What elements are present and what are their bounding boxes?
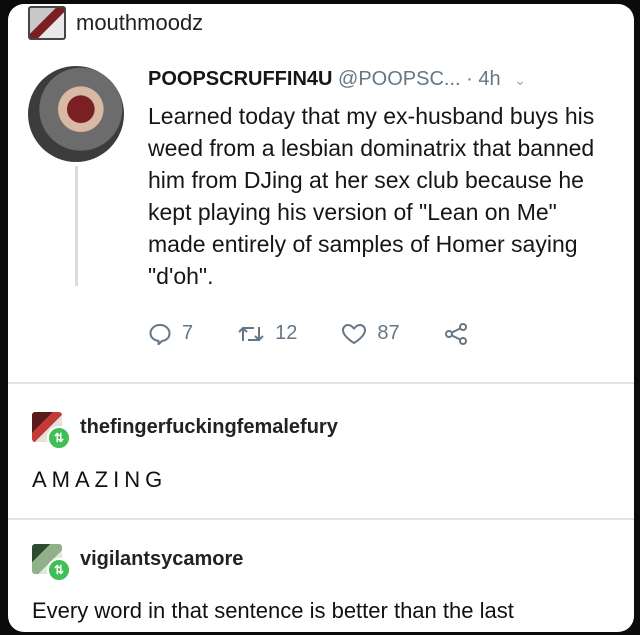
tweet-actions: 7 12 87: [148, 322, 522, 345]
heart-icon: [342, 323, 367, 344]
avatar[interactable]: [28, 66, 124, 162]
tweet-time[interactable]: 4h: [478, 68, 500, 90]
avatar[interactable]: [28, 6, 66, 40]
share-button[interactable]: [444, 322, 478, 345]
tumblr-post: mouthmoodz POOPSCRUFFIN4U @POOPSC... · 4…: [8, 4, 634, 632]
divider: [8, 518, 634, 520]
reblogger-username[interactable]: vigilantsycamore: [80, 548, 243, 571]
post-header: mouthmoodz: [28, 6, 203, 40]
tweet-header: POOPSCRUFFIN4U @POOPSC... · 4h ⌄: [148, 68, 526, 91]
reply-text: Every word in that sentence is better th…: [32, 598, 514, 623]
reblogger-username[interactable]: thefingerfuckingfemalefury: [80, 416, 338, 439]
tweet-display-name[interactable]: POOPSCRUFFIN4U: [148, 68, 332, 90]
tweet-handle[interactable]: @POOPSC...: [338, 68, 461, 90]
retweet-icon: [238, 326, 264, 341]
like-count: 87: [377, 322, 400, 344]
tweet-separator: ·: [466, 68, 473, 90]
reblog-header: ⇅ thefingerfuckingfemalefury: [32, 412, 338, 450]
chevron-down-icon[interactable]: ⌄: [514, 72, 526, 88]
reblog-icon: ⇅: [47, 558, 71, 582]
reblog-icon: ⇅: [47, 426, 71, 450]
like-button[interactable]: 87: [341, 322, 400, 345]
reply-icon: [149, 323, 171, 345]
avatar[interactable]: ⇅: [32, 412, 71, 450]
reply-count: 7: [182, 322, 194, 344]
tweet-text: Learned today that my ex-husband buys hi…: [148, 103, 595, 289]
avatar[interactable]: ⇅: [32, 544, 71, 582]
divider: [8, 382, 634, 384]
thread-line: [75, 166, 78, 286]
retweet-count: 12: [275, 322, 298, 344]
retweet-button[interactable]: 12: [237, 322, 297, 345]
reply-button[interactable]: 7: [148, 322, 193, 345]
post-author-username[interactable]: mouthmoodz: [76, 10, 203, 36]
share-icon: [444, 322, 467, 345]
reblog-header: ⇅ vigilantsycamore: [32, 544, 243, 582]
reply-text: AMAZING: [32, 467, 168, 492]
